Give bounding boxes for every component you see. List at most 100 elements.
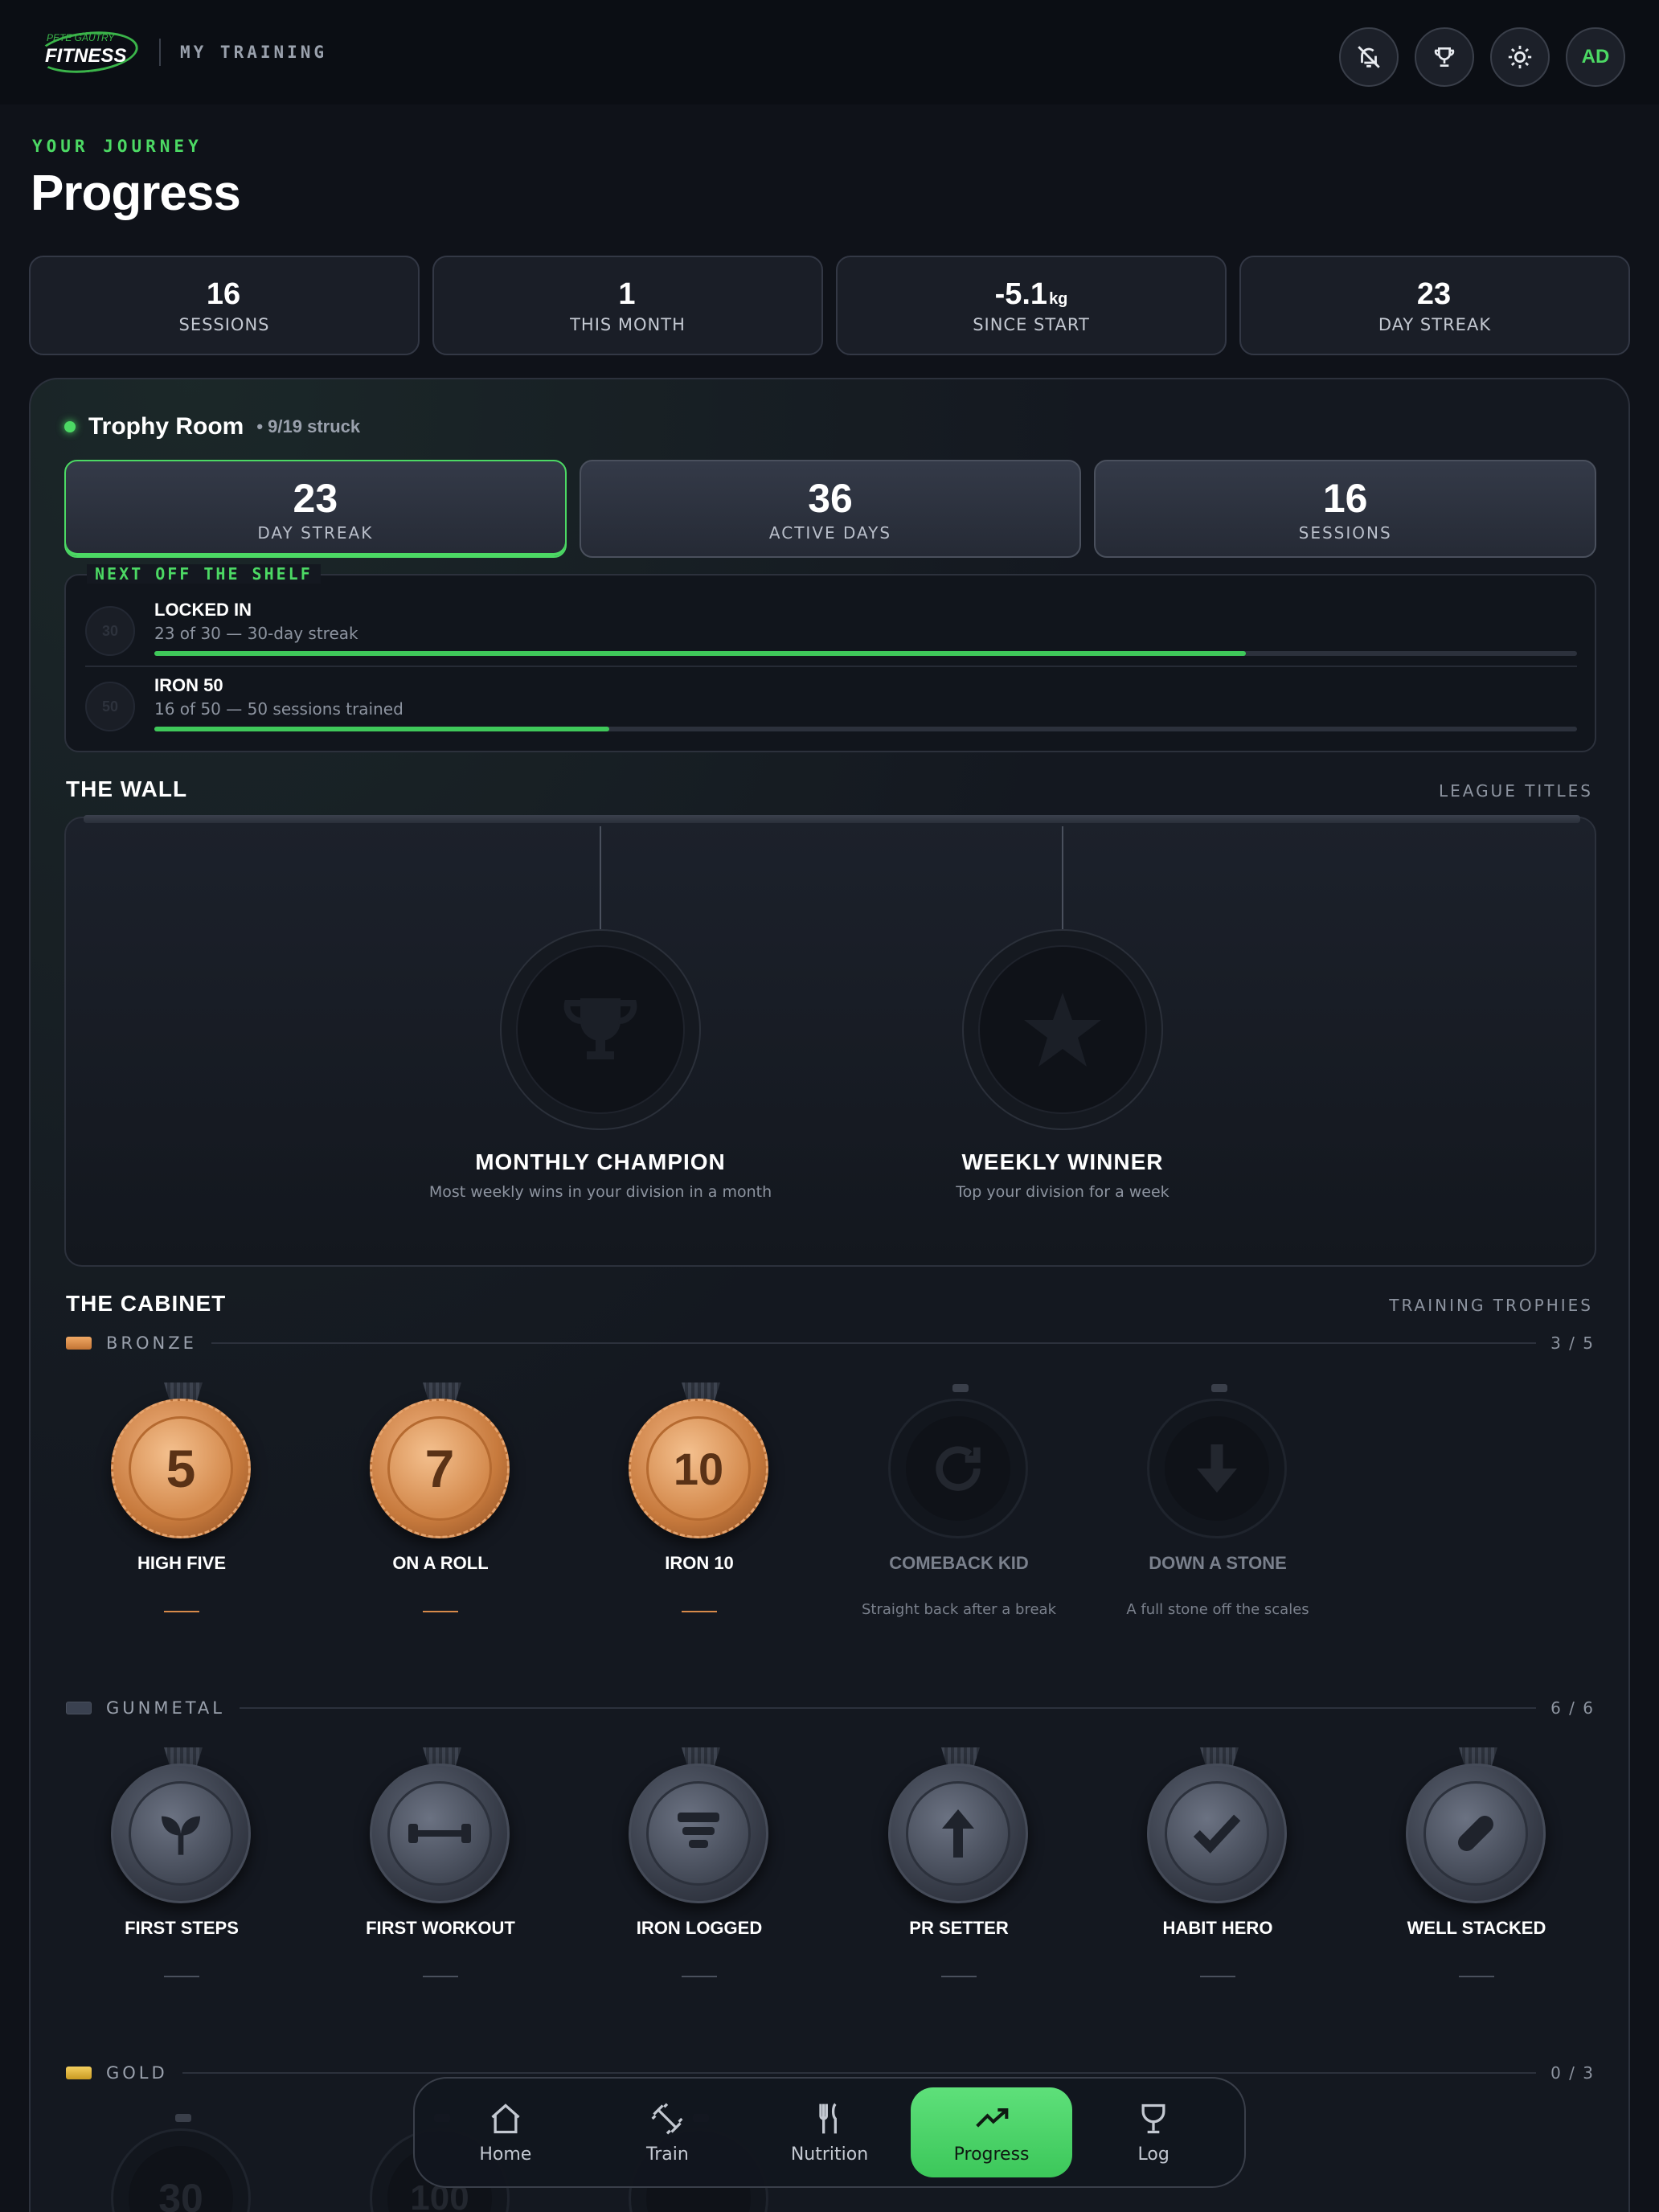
nav-nutrition[interactable]: Nutrition [748, 2087, 911, 2177]
medal-on-a-roll[interactable]: 7 [370, 1382, 514, 1538]
nav-log[interactable]: Log [1072, 2087, 1235, 2177]
shelf-item-iron-50[interactable]: 50 IRON 50 16 of 50 — 50 sessions traine… [85, 675, 1577, 749]
tier-swatch [66, 2067, 92, 2079]
progress-fill [154, 651, 1246, 656]
cabinet-title: THE CABINET [66, 1291, 227, 1316]
medal-disc: 10 [629, 1399, 768, 1538]
trophy-room-count: • 9/19 struck [256, 416, 361, 436]
cabinet-subtitle: TRAINING TROPHIES [1389, 1296, 1593, 1315]
logo-tagline: PETE GAUTRY [47, 32, 115, 43]
shelf-item-locked-in[interactable]: 30 LOCKED IN 23 of 30 — 30-day streak [85, 600, 1577, 674]
medal-desc: A full stone off the scales [1126, 1601, 1309, 1618]
tab-active-days[interactable]: 36 ACTIVE DAYS [579, 460, 1082, 558]
nav-label: Log [1137, 2144, 1169, 2165]
tile-label: DAY STREAK [257, 523, 374, 543]
medal-disc [888, 1763, 1028, 1903]
tier-name: GOLD [106, 2063, 168, 2083]
medal-face [516, 945, 685, 1114]
tier-gunmetal-header: GUNMETAL 6 / 6 [66, 1696, 1595, 1720]
medal-first-steps[interactable] [111, 1747, 256, 1903]
medal-name: DOWN A STONE [1149, 1553, 1287, 1573]
tier-name: BRONZE [106, 1333, 197, 1353]
tier-name: GUNMETAL [106, 1698, 226, 1718]
medal-face [906, 1416, 1010, 1521]
medal-down-a-stone[interactable] [1147, 1382, 1292, 1538]
medal-face [1165, 1781, 1269, 1886]
status-dot [64, 421, 76, 432]
medal-habit-hero[interactable] [1147, 1747, 1292, 1903]
nav-home[interactable]: Home [424, 2087, 587, 2177]
progress-fill [154, 727, 610, 731]
wall-item-name: MONTHLY CHAMPION [475, 1149, 726, 1174]
tier-count: 6 / 6 [1550, 1698, 1595, 1718]
wall-item-name: WEEKLY WINNER [961, 1149, 1164, 1174]
shelf-badge: 30 [85, 606, 135, 656]
medal-disc: 30 [111, 2128, 251, 2212]
star-icon [1024, 993, 1101, 1067]
medal-first-workout[interactable] [370, 1747, 514, 1903]
the-wall: MONTHLY CHAMPION Most weekly wins in you… [64, 815, 1596, 1267]
notifications-off-button[interactable] [1339, 27, 1399, 87]
theme-toggle-button[interactable] [1490, 27, 1550, 87]
medal-face [1165, 1416, 1269, 1521]
nav-train[interactable]: Train [587, 2087, 749, 2177]
medal-name: PR SETTER [909, 1918, 1009, 1938]
trend-icon [975, 2108, 1008, 2128]
medal-ribbon [952, 1384, 969, 1392]
wall-subtitle: LEAGUE TITLES [1438, 781, 1593, 801]
user-avatar[interactable]: AD [1566, 27, 1625, 87]
medal-well-stacked[interactable] [1406, 1747, 1550, 1903]
medal-underline [941, 1976, 977, 1977]
tile-value: 23 [293, 476, 338, 521]
medal-disc [888, 1399, 1028, 1538]
medal-comeback-kid[interactable] [888, 1382, 1033, 1538]
stats-row: 16 SESSIONS 1 THIS MONTH -5.1 kg SINCE ST… [29, 256, 1630, 355]
medal-ribbon [175, 2114, 191, 2122]
medal-disc [1147, 1399, 1287, 1538]
weekly-winner-medal[interactable] [962, 929, 1163, 1130]
arrow-up-icon [942, 1809, 974, 1858]
medal-iron-10[interactable]: 10 [629, 1382, 773, 1538]
tier-swatch [66, 1337, 92, 1350]
hanging-string [1062, 826, 1063, 929]
goblet-icon [1141, 2103, 1165, 2133]
check-icon [1193, 1814, 1241, 1854]
medal-underline [423, 1611, 458, 1612]
stack-icon [678, 1813, 719, 1848]
medal-face: 5 [129, 1416, 233, 1521]
nav-progress[interactable]: Progress [910, 2087, 1073, 2177]
medal-name: HIGH FIVE [137, 1553, 226, 1573]
shelf-item-title: LOCKED IN [154, 600, 252, 620]
medal-gold-30[interactable]: 30 [111, 2112, 256, 2212]
sun-icon [1508, 45, 1532, 69]
medal-face [906, 1781, 1010, 1886]
trophy-button[interactable] [1415, 27, 1474, 87]
stat-sessions: 16 SESSIONS [29, 256, 420, 355]
medal-iron-logged[interactable] [629, 1747, 773, 1903]
stat-this-month: 1 THIS MONTH [432, 256, 823, 355]
next-off-shelf: NEXT OFF THE SHELF 30 LOCKED IN 23 of 30… [64, 564, 1596, 752]
tab-sessions[interactable]: 16 SESSIONS [1094, 460, 1597, 558]
stat-value: -5.1 kg [994, 276, 1068, 311]
tile-value: 16 [1322, 476, 1368, 521]
section-title: MY TRAINING [180, 43, 328, 62]
medal-name: IRON 10 [665, 1553, 734, 1573]
nav-label: Nutrition [790, 2144, 869, 2165]
stat-value: 23 [1416, 276, 1452, 311]
brand-logo[interactable]: PETE GAUTRY FITNESS [32, 24, 145, 80]
medal-pr-setter[interactable] [888, 1747, 1033, 1903]
medal-underline [164, 1611, 199, 1612]
stat-label: THIS MONTH [570, 314, 686, 334]
medal-face: 7 [387, 1416, 492, 1521]
tier-line [211, 1342, 1537, 1344]
stat-since-start: -5.1 kg SINCE START [836, 256, 1227, 355]
tab-day-streak[interactable]: 23 DAY STREAK [64, 460, 567, 558]
medal-disc [1147, 1763, 1287, 1903]
medal-name: ON A ROLL [392, 1553, 489, 1573]
medal-high-five[interactable]: 5 [111, 1382, 256, 1538]
tier-count: 0 / 3 [1550, 2063, 1595, 2083]
monthly-champion-medal[interactable] [500, 929, 701, 1130]
shelf-item-sub: 23 of 30 — 30-day streak [154, 624, 358, 643]
medal-name: FIRST STEPS [125, 1918, 239, 1938]
tier-line [240, 1707, 1537, 1709]
